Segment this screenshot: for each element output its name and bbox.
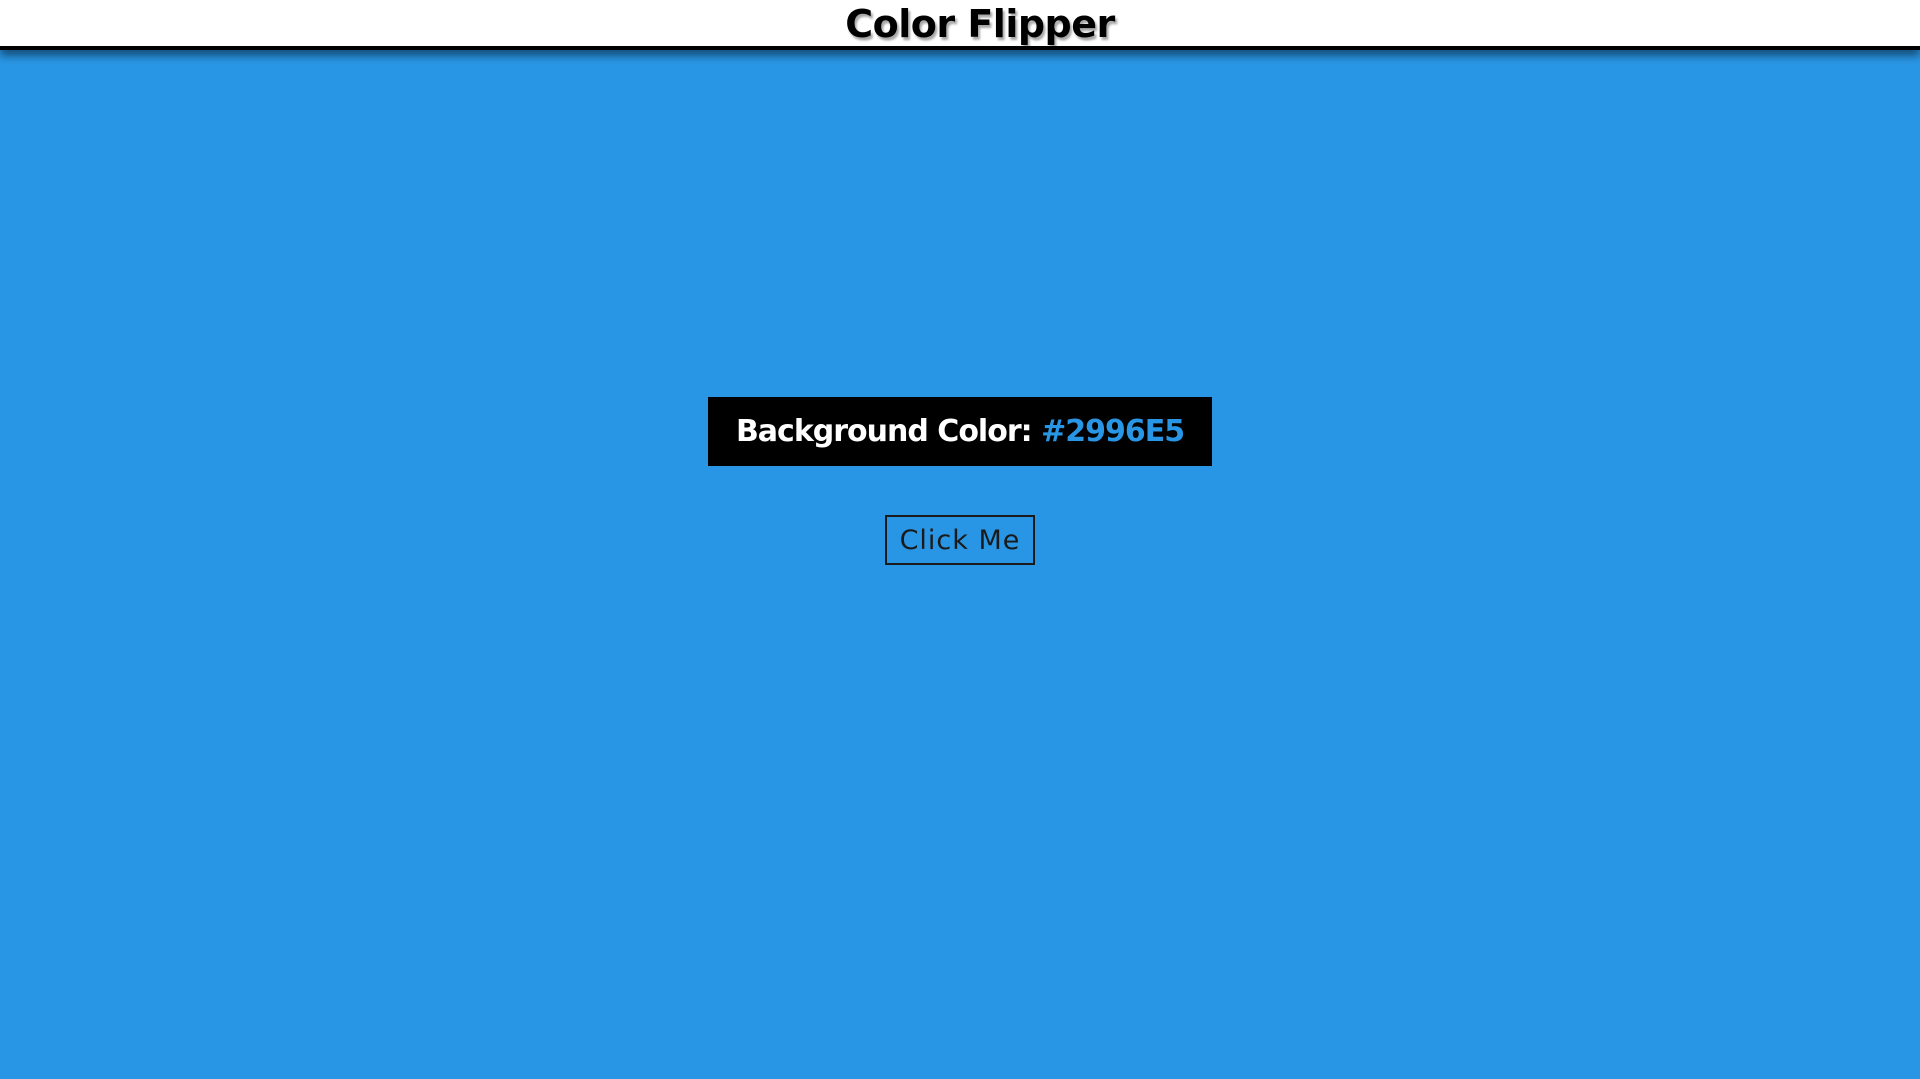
background-color-text: Background Color: #2996E5 <box>735 414 1185 449</box>
app-title: Color Flipper <box>845 2 1115 46</box>
background-color-panel: Background Color: #2996E5 <box>708 397 1212 466</box>
background-color-value: #2996E5 <box>1041 414 1185 449</box>
app-header: Color Flipper <box>0 0 1920 50</box>
background-color-label: Background Color: <box>735 414 1033 449</box>
main-stage: Background Color: #2996E5 Click Me <box>0 50 1920 1079</box>
click-me-button[interactable]: Click Me <box>885 515 1035 565</box>
